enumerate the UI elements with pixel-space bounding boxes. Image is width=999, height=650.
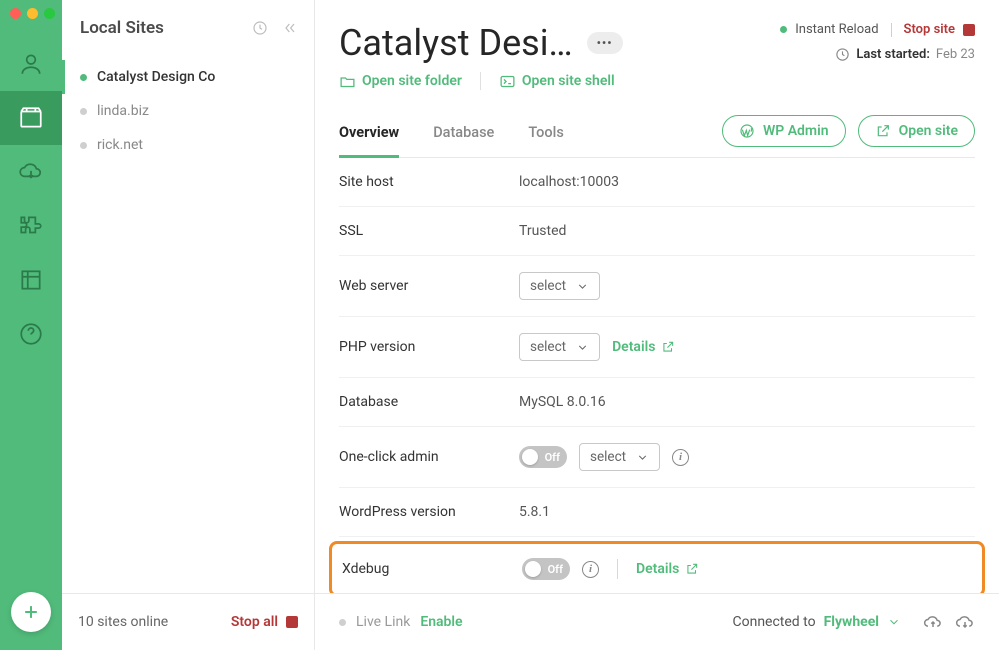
folder-icon (339, 73, 356, 90)
rail-account[interactable] (0, 37, 62, 91)
tab-tools[interactable]: Tools (528, 114, 563, 157)
help-icon (18, 321, 44, 347)
cloud-push-icon[interactable] (923, 612, 943, 632)
chevron-down-icon (576, 280, 589, 293)
status-dot-icon (780, 26, 787, 33)
close-window[interactable] (10, 8, 21, 19)
rail-help[interactable] (0, 307, 62, 361)
php-details-link[interactable]: Details (612, 339, 675, 355)
row-site-host: Site host localhost:10003 (339, 158, 975, 207)
chevron-down-icon[interactable] (887, 615, 901, 629)
sidebar-item-rick[interactable]: rick.net (62, 128, 314, 162)
row-ssl: SSL Trusted (339, 207, 975, 256)
blueprint-icon (18, 267, 44, 293)
ssl-value: Trusted (519, 223, 566, 239)
external-link-icon (685, 562, 699, 576)
info-icon[interactable]: i (672, 449, 689, 466)
clock-icon[interactable] (252, 20, 268, 36)
terminal-icon (499, 73, 516, 90)
row-web-server: Web server select (339, 256, 975, 317)
open-site-shell-button[interactable]: Open site shell (499, 73, 615, 90)
status-dot-icon (80, 142, 87, 149)
connected-label: Connected to (732, 614, 815, 630)
sites-icon (18, 105, 44, 131)
sidebar-item-catalyst[interactable]: Catalyst Design Co (62, 60, 314, 94)
rail-addons[interactable] (0, 199, 62, 253)
xdebug-details-link[interactable]: Details (636, 561, 699, 577)
instant-reload-label: Instant Reload (795, 22, 878, 37)
rail-connect[interactable] (0, 145, 62, 199)
main-panel: Catalyst Desi… ••• Instant Reload Stop s… (315, 0, 999, 650)
one-click-toggle[interactable]: Off (519, 446, 567, 468)
collapse-icon[interactable] (282, 20, 298, 36)
site-menu-button[interactable]: ••• (587, 32, 623, 54)
rail-blueprints[interactable] (0, 253, 62, 307)
open-site-button[interactable]: Open site (858, 115, 975, 147)
row-php-version: PHP version select Details (339, 317, 975, 378)
cloud-pull-icon[interactable] (955, 612, 975, 632)
sidebar-item-label: rick.net (97, 137, 143, 153)
tab-overview[interactable]: Overview (339, 114, 399, 158)
open-site-folder-button[interactable]: Open site folder (339, 73, 462, 90)
one-click-select[interactable]: select (579, 443, 660, 471)
minimize-window[interactable] (27, 8, 38, 19)
sidebar-item-label: Catalyst Design Co (97, 69, 215, 85)
stop-all-button[interactable]: Stop all (231, 614, 298, 630)
chevron-down-icon (636, 451, 649, 464)
row-xdebug: Xdebug Off i Details (329, 541, 985, 593)
maximize-window[interactable] (44, 8, 55, 19)
stop-icon (963, 24, 975, 36)
wp-version-value: 5.8.1 (519, 504, 550, 520)
site-host-value: localhost:10003 (519, 174, 619, 190)
status-dot-icon (80, 74, 87, 81)
sites-online-count: 10 sites online (78, 614, 168, 630)
last-started: Last started: Feb 23 (780, 47, 975, 62)
php-version-select[interactable]: select (519, 333, 600, 361)
row-database: Database MySQL 8.0.16 (339, 378, 975, 427)
chevron-down-icon (576, 341, 589, 354)
tab-database[interactable]: Database (433, 114, 494, 157)
external-link-icon (661, 340, 675, 354)
add-site-button[interactable] (11, 592, 51, 632)
puzzle-icon (18, 213, 44, 239)
wordpress-icon (739, 123, 755, 139)
status-dot-icon (339, 619, 346, 626)
window-controls (10, 8, 55, 19)
plus-icon (21, 602, 41, 622)
connected-host[interactable]: Flywheel (824, 614, 879, 630)
xdebug-toggle[interactable]: Off (522, 558, 570, 580)
clock-icon (835, 47, 850, 62)
stop-icon (286, 616, 298, 628)
status-dot-icon (80, 108, 87, 115)
enable-live-link-button[interactable]: Enable (420, 614, 462, 630)
sidebar: Local Sites Catalyst Design Co linda.biz… (62, 0, 315, 650)
rail-sites[interactable] (0, 91, 62, 145)
sidebar-title: Local Sites (80, 18, 164, 38)
live-link: Live Link Enable (339, 614, 463, 630)
stop-site-button[interactable]: Stop site (904, 22, 975, 37)
sidebar-item-linda[interactable]: linda.biz (62, 94, 314, 128)
web-server-select[interactable]: select (519, 272, 600, 300)
sidebar-item-label: linda.biz (97, 103, 149, 119)
user-icon (18, 51, 44, 77)
wp-admin-button[interactable]: WP Admin (722, 115, 846, 147)
info-icon[interactable]: i (582, 561, 599, 578)
row-wordpress-version: WordPress version 5.8.1 (339, 488, 975, 537)
site-title: Catalyst Desi… (339, 22, 573, 64)
site-list: Catalyst Design Co linda.biz rick.net (62, 60, 314, 593)
database-value: MySQL 8.0.16 (519, 394, 606, 410)
row-one-click-admin: One-click admin Off select i (339, 427, 975, 488)
external-link-icon (875, 123, 891, 139)
cloud-download-icon (18, 159, 44, 185)
nav-rail (0, 0, 62, 650)
